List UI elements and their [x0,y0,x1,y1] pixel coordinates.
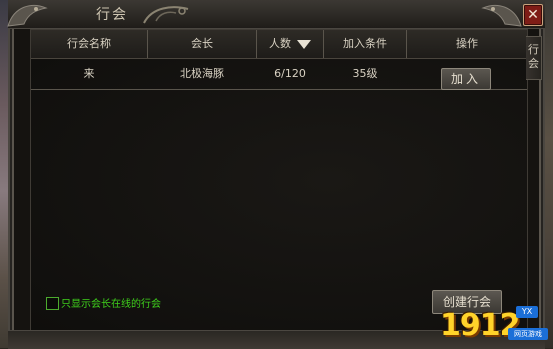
window-title: 行会 [96,7,128,23]
header-guild-name[interactable]: 行会名称 [31,30,148,58]
watermark-badge: YX [516,306,538,318]
cell-leader: 北极海豚 [180,67,224,80]
header-requirement[interactable]: 加入条件 [324,30,407,58]
header-members-label: 人数 [269,37,291,50]
online-only-label[interactable]: 只显示会长在线的行会 [61,295,161,310]
watermark-subtitle: 网页游戏 [508,328,548,340]
header-leader[interactable]: 会长 [148,30,257,58]
close-button[interactable]: ✕ [523,4,543,26]
guild-window: 行会 ✕ 行会名称 会长 人数 加入条件 操作 来 北极海豚 6/120 35级 [7,0,545,349]
title-flourish-icon [143,6,189,24]
site-watermark: 1912 YX 网页游戏 [440,306,548,346]
dragon-ornament-left-icon [7,4,48,27]
tab-guild[interactable]: 行会 [526,36,542,80]
guild-list-panel: 行会名称 会长 人数 加入条件 操作 来 北极海豚 6/120 35级 加入 [30,29,528,331]
title-bar[interactable]: 行会 ✕ [7,0,545,29]
table-header: 行会名称 会长 人数 加入条件 操作 [31,30,527,59]
sort-down-icon[interactable] [297,39,311,49]
cell-requirement: 35级 [352,67,378,80]
join-button[interactable]: 加入 [441,68,491,90]
header-members[interactable]: 人数 [257,30,324,58]
cell-members: 6/120 [274,67,306,80]
header-action: 操作 [456,37,478,50]
online-only-checkbox[interactable] [46,297,59,310]
cell-guild-name: 来 [83,67,95,80]
dragon-ornament-right-icon [481,4,522,27]
